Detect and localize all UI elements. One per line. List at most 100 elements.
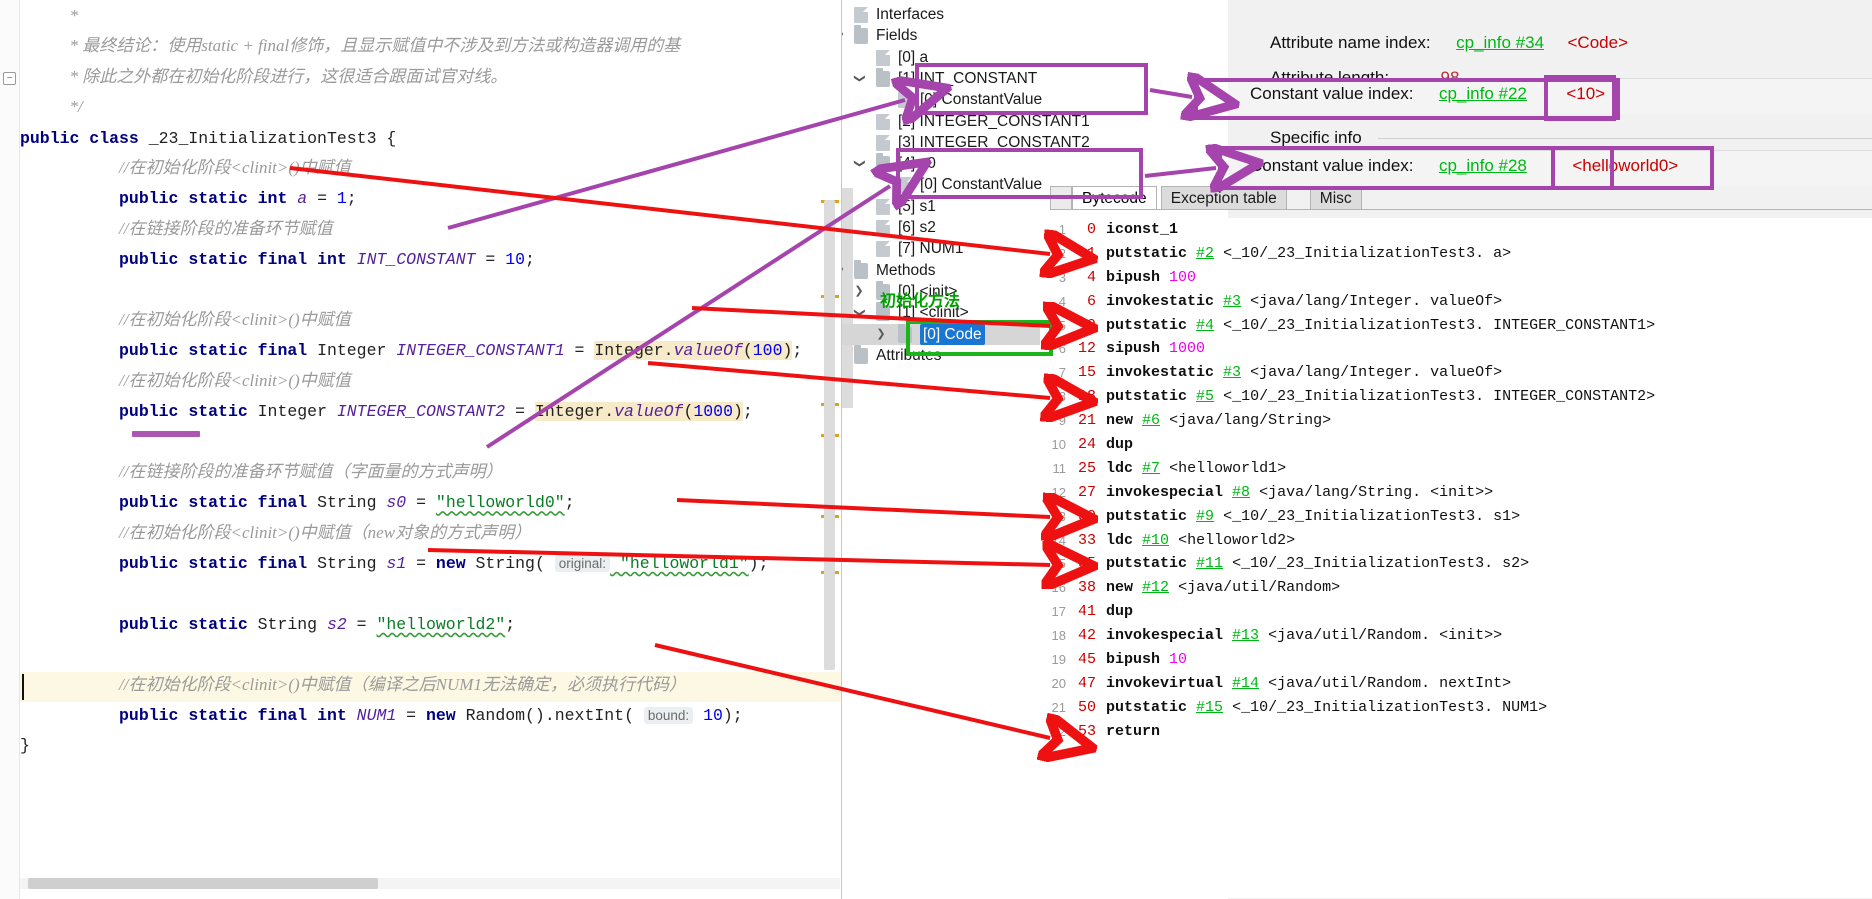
bytecode-row[interactable]: 8 18 putstatic #5 <_10/_23_InitializationT… (1040, 385, 1872, 409)
tree-node[interactable]: ❯ [1] INT_CONSTANT (842, 67, 1228, 89)
bytecode-row[interactable]: 22 53 return (1040, 720, 1872, 744)
code-line[interactable]: public static final String s1 = new Stri… (20, 547, 802, 577)
bytecode-row[interactable]: 2 1 putstatic #2 <_10/_23_InitializationTe… (1040, 242, 1872, 266)
bytecode-row[interactable]: 9 21 new #6 <java/lang/String> (1040, 409, 1872, 433)
bytecode-cp-ref[interactable]: #4 (1196, 317, 1214, 334)
code-line[interactable]: //在初始化阶段<clinit>()中赋值 (20, 365, 802, 395)
constant-value-index-link-2[interactable]: cp_info #28 (1439, 156, 1527, 175)
chevron-down-icon[interactable]: ❯ (842, 29, 848, 43)
bytecode-mnemonic: dup (1106, 603, 1134, 621)
tree-node[interactable]: Interfaces (842, 4, 1228, 25)
bytecode-row[interactable]: 16 38 new #12 <java/util/Random> (1040, 576, 1872, 600)
chevron-down-icon[interactable]: ❯ (849, 157, 870, 171)
tab-bytecode[interactable]: Bytecode (1072, 186, 1157, 210)
code-line[interactable]: * (20, 0, 802, 30)
tree-node[interactable]: [0] a (842, 47, 1228, 68)
code-line[interactable]: public static final int NUM1 = new Rando… (20, 699, 802, 729)
tree-node[interactable]: [3] INTEGER_CONSTANT2 (842, 132, 1228, 153)
bytecode-cp-ref[interactable]: #6 (1142, 412, 1160, 429)
bytecode-cp-ref[interactable]: #5 (1196, 388, 1214, 405)
bytecode-row[interactable]: 21 50 putstatic #15 <_10/_23_Initializatio… (1040, 696, 1872, 720)
bytecode-row[interactable]: 14 33 ldc #10 <helloworld2> (1040, 529, 1872, 553)
chevron-down-icon[interactable]: ❯ (849, 306, 870, 320)
bytecode-row[interactable]: 19 45 bipush 10 (1040, 648, 1872, 672)
code-line[interactable]: //在初始化阶段<clinit>()中赋值（编译之后NUM1无法确定，必须执行代… (20, 669, 802, 699)
editor-gutter[interactable]: − (0, 0, 20, 899)
code-line[interactable]: public static Integer INTEGER_CONSTANT2 … (20, 395, 802, 425)
bytecode-cp-ref[interactable]: #12 (1142, 579, 1169, 596)
bytecode-row[interactable]: 17 41 dup (1040, 600, 1872, 624)
bytecode-line-number: 17 (1051, 604, 1066, 620)
text-caret (22, 674, 24, 700)
bytecode-row[interactable]: 15 35 putstatic #11 <_10/_23_Initializatio… (1040, 552, 1872, 576)
chevron-right-icon[interactable]: ❯ (842, 345, 844, 366)
code-line[interactable]: //在初始化阶段<clinit>()中赋值 (20, 152, 802, 182)
bytecode-cp-ref[interactable]: #13 (1232, 627, 1259, 644)
code-line[interactable]: public static int a = 1; (20, 182, 802, 212)
code-token: ); (748, 554, 769, 574)
bytecode-cp-ref[interactable]: #7 (1142, 460, 1160, 477)
bytecode-row[interactable]: 3 4 bipush 100 (1040, 266, 1872, 290)
editor-horizontal-scrollbar-thumb[interactable] (28, 878, 378, 889)
tree-node[interactable]: [0] ConstantValue (842, 89, 1228, 110)
bytecode-row[interactable]: 6 12 sipush 1000 (1040, 337, 1872, 361)
bytecode-row[interactable]: 13 30 putstatic #9 <_10/_23_Initialization… (1040, 505, 1872, 529)
chevron-down-icon[interactable]: ❯ (842, 263, 848, 277)
chevron-right-icon[interactable]: ❯ (874, 324, 888, 345)
bytecode-row[interactable]: 4 6 invokestatic #3 <java/lang/Integer. va… (1040, 290, 1872, 314)
code-line[interactable]: public static final String s0 = "hellowo… (20, 486, 802, 516)
code-line[interactable]: //在初始化阶段<clinit>()中赋值 (20, 304, 802, 334)
code-line[interactable]: public static final Integer INTEGER_CONS… (20, 334, 802, 364)
chevron-down-icon[interactable]: ❯ (849, 71, 870, 85)
editor-vertical-scrollbar[interactable] (824, 200, 835, 670)
code-line[interactable]: //在初始化阶段<clinit>()中赋值（new对象的方式声明） (20, 517, 802, 547)
tree-node[interactable]: ❯ Fields (842, 25, 1228, 46)
code-editor-pane[interactable]: − * * 最终结论：使用static + final修饰，且显示赋值中不涉及到… (0, 0, 842, 899)
bytecode-cp-ref[interactable]: #15 (1196, 699, 1223, 716)
code-line[interactable] (20, 577, 802, 607)
tab-misc[interactable]: Misc (1309, 186, 1362, 210)
code-line[interactable]: //在链接阶段的准备环节赋值 (20, 213, 802, 243)
bytecode-row[interactable]: 20 47 invokevirtual #14 <java/util/Random.… (1040, 672, 1872, 696)
chevron-right-icon[interactable]: ❯ (852, 281, 866, 302)
code-line[interactable]: public class _23_InitializationTest3 { (20, 122, 802, 152)
bytecode-row[interactable]: 11 25 ldc #7 <helloworld1> (1040, 457, 1872, 481)
bytecode-instruction: dup (1106, 433, 1133, 457)
constant-value-index-link-1[interactable]: cp_info #22 (1439, 84, 1527, 103)
code-line[interactable]: * 最终结论：使用static + final修饰，且显示赋值中不涉及到方法或构… (20, 30, 802, 60)
bytecode-cp-ref[interactable]: #2 (1196, 245, 1214, 262)
code-token: //在初始化阶段<clinit>()中赋值 (119, 157, 351, 177)
code-line[interactable]: public static final int INT_CONSTANT = 1… (20, 243, 802, 273)
detail-tab-bar[interactable]: Bytecode Exception table Misc (1050, 186, 1872, 210)
bytecode-cp-ref[interactable]: #3 (1223, 293, 1241, 310)
bytecode-row[interactable]: 5 9 putstatic #4 <_10/_23_InitializationTe… (1040, 314, 1872, 338)
code-token: //在初始化阶段<clinit>()中赋值 (119, 309, 351, 329)
bytecode-row[interactable]: 1 0 iconst_1 (1040, 218, 1872, 242)
tree-node[interactable]: ❯ [4] s0 (842, 153, 1228, 174)
screenshot-root: − * * 最终结论：使用static + final修饰，且显示赋值中不涉及到… (0, 0, 1872, 899)
code-line[interactable] (20, 638, 802, 668)
bytecode-cp-ref[interactable]: #8 (1232, 484, 1250, 501)
bytecode-row[interactable]: 12 27 invokespecial #8 <java/lang/String. … (1040, 481, 1872, 505)
code-line[interactable]: //在链接阶段的准备环节赋值（字面量的方式声明） (20, 456, 802, 486)
code-line[interactable]: */ (20, 91, 802, 121)
bytecode-listing[interactable]: 1 0 iconst_1 2 1 putstatic #2 <_10/_23_Initia… (1040, 218, 1872, 898)
tab-exception-table[interactable]: Exception table (1160, 186, 1287, 210)
bytecode-cp-ref[interactable]: #10 (1142, 532, 1169, 549)
bytecode-row[interactable]: 10 24 dup (1040, 433, 1872, 457)
bytecode-cp-ref[interactable]: #3 (1223, 364, 1241, 381)
code-text[interactable]: * * 最终结论：使用static + final修饰，且显示赋值中不涉及到方法… (20, 0, 802, 760)
bytecode-row[interactable]: 7 15 invokestatic #3 <java/lang/Integer. v… (1040, 361, 1872, 385)
code-fold-icon[interactable]: − (3, 72, 16, 85)
bytecode-cp-ref[interactable]: #9 (1196, 508, 1214, 525)
attribute-name-index-link[interactable]: cp_info #34 (1456, 33, 1544, 52)
code-line[interactable]: } (20, 729, 802, 759)
bytecode-cp-ref[interactable]: #14 (1232, 675, 1259, 692)
code-line[interactable]: public static String s2 = "helloworld2"; (20, 608, 802, 638)
tree-node[interactable]: [2] INTEGER_CONSTANT1 (842, 111, 1228, 132)
code-line[interactable] (20, 274, 802, 304)
bytecode-row[interactable]: 18 42 invokespecial #13 <java/util/Random.… (1040, 624, 1872, 648)
tree-node-label: [0] a (898, 48, 929, 66)
code-line[interactable]: * 除此之外都在初始化阶段进行，这很适合跟面试官对线。 (20, 61, 802, 91)
bytecode-cp-ref[interactable]: #11 (1196, 555, 1223, 572)
